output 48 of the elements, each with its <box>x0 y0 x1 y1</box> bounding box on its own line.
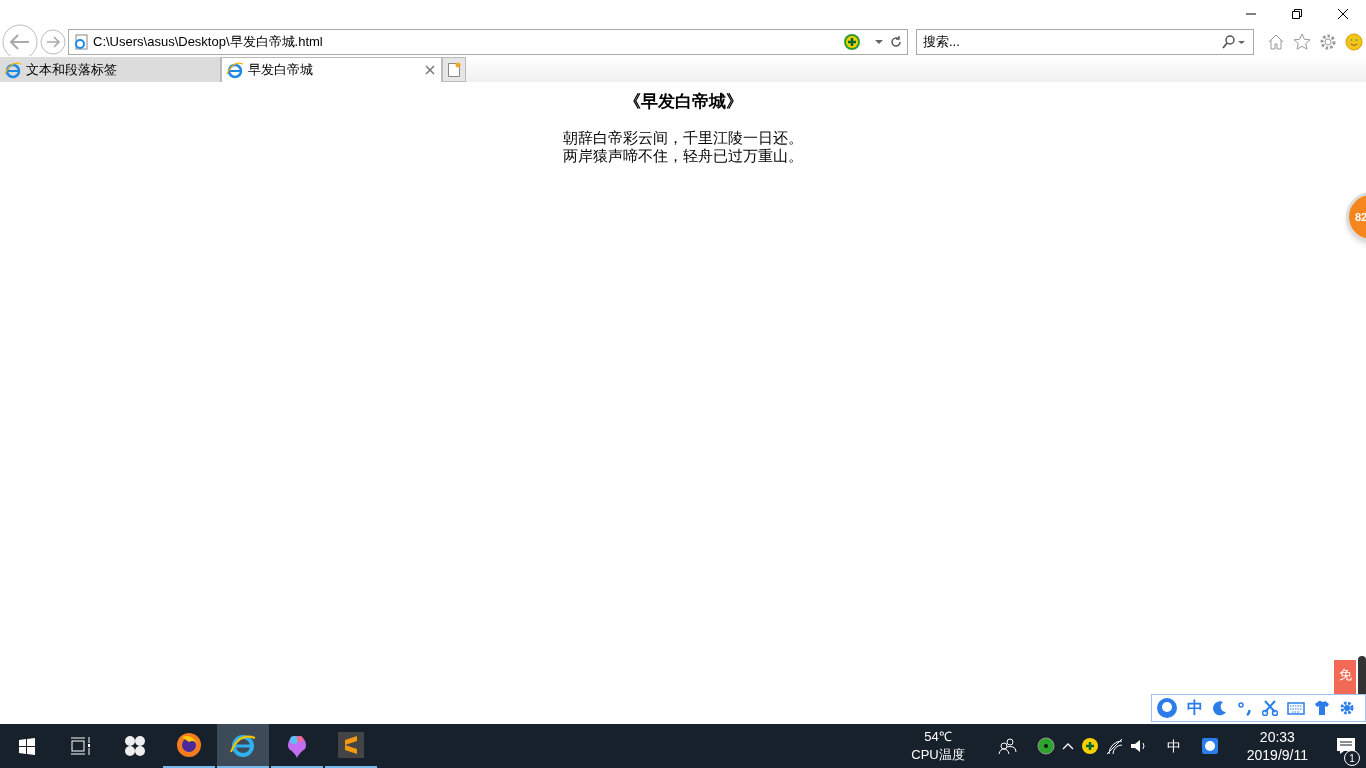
ie-icon <box>4 60 22 79</box>
restore-icon <box>1291 8 1303 20</box>
fan-icon <box>124 735 146 757</box>
moon-icon[interactable] <box>1212 700 1228 716</box>
search-field[interactable]: 搜索... <box>916 29 1254 55</box>
search-placeholder: 搜索... <box>923 33 961 52</box>
ie-icon <box>226 61 244 79</box>
people-icon[interactable] <box>996 736 1017 756</box>
page-icon <box>73 34 89 50</box>
temperature-reading: 54℃ <box>924 728 952 746</box>
settings-icon[interactable] <box>1318 32 1338 52</box>
firefox-icon <box>176 732 202 758</box>
qq-icon[interactable] <box>1200 737 1219 755</box>
browser-tab[interactable]: 早发白帝城 <box>221 57 442 82</box>
poem-line: 两岸猿声啼不住，轻舟已过万重山。 <box>563 146 803 165</box>
refresh-icon[interactable] <box>889 35 903 49</box>
home-icon[interactable] <box>1266 32 1286 52</box>
plus-badge-icon <box>843 33 861 51</box>
shirt-icon[interactable] <box>1314 700 1330 716</box>
windows-icon <box>18 737 36 755</box>
close-tab-icon[interactable] <box>425 65 435 75</box>
search-icon[interactable] <box>1221 35 1247 49</box>
star-icon[interactable] <box>1292 32 1312 52</box>
message-icon <box>1336 737 1356 755</box>
address-text: C:\Users\asus\Desktop\早发白帝城.html <box>93 33 324 52</box>
address-bar[interactable]: C:\Users\asus\Desktop\早发白帝城.html <box>68 29 908 55</box>
browser-tab[interactable]: 文本和段落标签 <box>0 57 221 82</box>
ie-icon <box>229 732 257 758</box>
smiley-icon[interactable] <box>1344 32 1364 52</box>
action-center-button[interactable]: 1 <box>1326 724 1366 768</box>
page-heading: 《早发白帝城》 <box>623 90 743 113</box>
close-icon <box>1337 8 1349 20</box>
punctuation-icon[interactable] <box>1237 700 1253 716</box>
new-page-icon <box>447 61 461 78</box>
settings-icon[interactable] <box>1339 700 1355 716</box>
keyboard-icon[interactable] <box>1287 701 1305 715</box>
temperature-label: CPU温度 <box>911 746 965 764</box>
clock-date[interactable]: 2019/9/11 <box>1246 746 1308 764</box>
new-tab-button[interactable] <box>442 57 466 82</box>
task-view-icon <box>70 736 92 756</box>
plus-badge-icon[interactable] <box>1080 737 1099 755</box>
scissors-icon[interactable] <box>1262 700 1278 716</box>
poem-line: 朝辞白帝彩云间，千里江陵一日还。 <box>563 128 803 147</box>
clock-time[interactable]: 20:33 <box>1259 728 1295 746</box>
ime-mode-toggle[interactable]: 中 <box>1187 696 1203 720</box>
sublime-icon <box>338 732 364 758</box>
input-method-indicator[interactable]: 中 <box>1166 735 1181 757</box>
avatar-icon[interactable] <box>1156 697 1178 719</box>
